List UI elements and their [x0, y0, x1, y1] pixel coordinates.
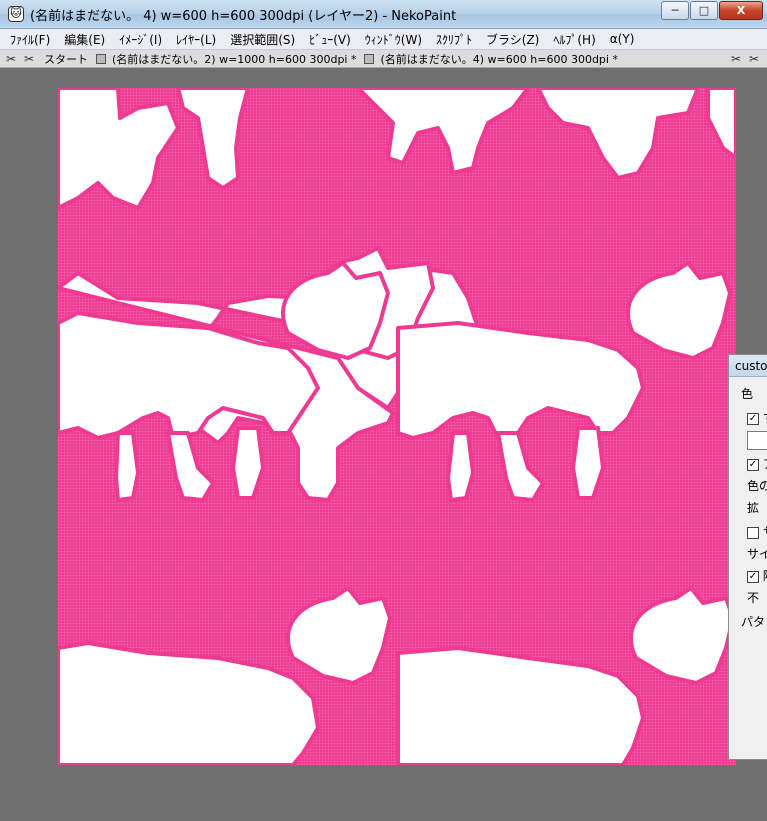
- menu-window[interactable]: ｳｨﾝﾄﾞｳ(W): [365, 31, 422, 48]
- tab-bar-tools: ✂ ✂: [725, 52, 761, 66]
- panel-row-9: パタ: [741, 615, 766, 629]
- menu-file[interactable]: ﾌｧｲﾙ(F): [10, 31, 50, 48]
- panel-checkbox-row-5[interactable]: サ: [747, 523, 767, 540]
- panel-row-2-label: ア: [763, 457, 767, 471]
- menu-brush[interactable]: ブラシ(Z): [486, 31, 539, 48]
- tab-document-2[interactable]: (名前はまだない。2) w=1000 h=600 300dpi *: [96, 51, 356, 67]
- menu-help[interactable]: ﾍﾙﾌﾟ(H): [553, 31, 595, 48]
- document-icon: [96, 53, 106, 64]
- cat-icon[interactable]: 🐱: [8, 6, 24, 22]
- panel-row-1-label: す: [763, 411, 767, 425]
- maximize-button[interactable]: □: [690, 1, 718, 20]
- panel-color-swatch[interactable]: [747, 431, 767, 450]
- document-icon: [364, 53, 375, 64]
- cat-pattern-detail: [58, 88, 736, 765]
- tools-icon[interactable]: ✂: [729, 52, 743, 66]
- tab-start-label: スタート: [44, 52, 88, 66]
- menu-view[interactable]: ﾋﾞｭｰ(V): [309, 31, 351, 48]
- menu-edit[interactable]: 編集(E): [64, 31, 105, 48]
- checkbox-unchecked[interactable]: [747, 526, 759, 539]
- tab-document-2-label: (名前はまだない。2) w=1000 h=600 300dpi *: [112, 52, 357, 66]
- checkbox-checked[interactable]: ✓: [747, 570, 759, 583]
- checkbox-checked[interactable]: ✓: [747, 412, 759, 425]
- menu-alpha[interactable]: α(Y): [610, 32, 635, 46]
- scissors-icon[interactable]: ✂: [22, 52, 36, 66]
- close-button[interactable]: X: [719, 1, 763, 20]
- window-controls: ─ □ X: [660, 1, 763, 20]
- drawing-canvas[interactable]: [58, 88, 736, 765]
- checkbox-checked[interactable]: ✓: [747, 458, 759, 471]
- panel-row-3: 色の: [747, 479, 767, 493]
- tools-icon[interactable]: ✂: [4, 52, 18, 66]
- panel-row-5-label: サ: [763, 525, 767, 539]
- panel-tab-color[interactable]: 色: [741, 385, 753, 402]
- tab-document-4-label: (名前はまだない。4) w=600 h=600 300dpi *: [380, 52, 618, 66]
- menu-bar: ﾌｧｲﾙ(F) 編集(E) ｲﾒｰｼﾞ(I) ﾚｲﾔｰ(L) 選択範囲(S) ﾋ…: [0, 29, 767, 50]
- panel-row-7-label: 隣: [763, 569, 767, 583]
- panel-row-6: サイ: [747, 547, 767, 561]
- panel-checkbox-row-2[interactable]: ✓ ア: [747, 455, 767, 472]
- panel-row-4: 拡: [747, 501, 760, 515]
- menu-image[interactable]: ｲﾒｰｼﾞ(I): [119, 31, 162, 48]
- workspace: custo 色 ✓ す ✓ ア 色の 拡 サ サイ ✓ 隣 不 パタ: [0, 69, 767, 821]
- panel-checkbox-row-1[interactable]: ✓ す: [747, 409, 767, 426]
- menu-layer[interactable]: ﾚｲﾔｰ(L): [176, 31, 216, 48]
- menu-script[interactable]: ｽｸﾘﾌﾟﾄ: [436, 31, 472, 48]
- panel-checkbox-row-7[interactable]: ✓ 隣: [747, 567, 767, 584]
- scissors-icon[interactable]: ✂: [747, 52, 761, 66]
- document-tab-bar: ✂ ✂ スタート (名前はまだない。2) w=1000 h=600 300dpi…: [0, 50, 767, 68]
- title-bar: 🐱 (名前はまだない。 4) w=600 h=600 300dpi (レイヤー2…: [0, 0, 767, 29]
- tab-start[interactable]: スタート: [44, 51, 88, 67]
- menu-selection[interactable]: 選択範囲(S): [230, 31, 295, 48]
- window-title: (名前はまだない。 4) w=600 h=600 300dpi (レイヤー2) …: [30, 8, 457, 24]
- panel-title[interactable]: custo: [729, 355, 767, 377]
- tab-document-4[interactable]: (名前はまだない。4) w=600 h=600 300dpi *: [364, 51, 618, 67]
- custom-brush-panel: custo 色 ✓ す ✓ ア 色の 拡 サ サイ ✓ 隣 不 パタ: [728, 354, 767, 760]
- panel-row-8: 不: [747, 591, 760, 605]
- minimize-button[interactable]: ─: [661, 1, 689, 20]
